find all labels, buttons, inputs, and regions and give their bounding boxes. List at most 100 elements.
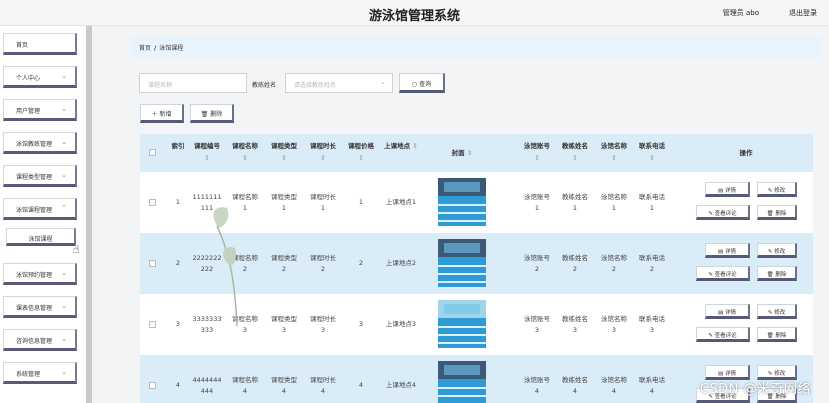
table-cell-text: 课程类型3 bbox=[271, 314, 297, 334]
table-cell-text: 2 bbox=[358, 259, 364, 267]
column-header-label: 泳馆账号 bbox=[524, 142, 550, 150]
sidebar-item-users[interactable]: 用户管理 ⌄ bbox=[3, 99, 77, 121]
column-header-label: 封面 bbox=[451, 149, 465, 157]
column-header[interactable]: 封面 ⇕ bbox=[428, 134, 496, 172]
detail-button[interactable]: ▤ 详情 bbox=[705, 304, 750, 319]
sidebar-item-schedule[interactable]: 课表信息管理 ⌄ bbox=[3, 296, 77, 318]
column-header[interactable]: 课程名称 ⇕ bbox=[230, 134, 260, 172]
column-header-label: 课程名称 bbox=[232, 142, 258, 150]
app-header: 游泳馆管理系统 管理员 abo 退出登录 bbox=[0, 0, 829, 26]
column-header[interactable]: 泳馆账号 ⇕ bbox=[522, 134, 552, 172]
sort-icon: ⇕ bbox=[611, 154, 617, 162]
column-header[interactable]: 课程类型 ⇕ bbox=[269, 134, 299, 172]
row-checkbox[interactable] bbox=[149, 321, 156, 328]
table-cell-price: 2 bbox=[346, 233, 376, 294]
table-cell-phone: 联系电话1 bbox=[637, 172, 667, 233]
sidebar-item-system[interactable]: 系统管理 ⌄ bbox=[3, 362, 77, 384]
column-header[interactable]: 课程时长 ⇕ bbox=[308, 134, 338, 172]
sidebar: 首页 个人中心 ⌄ 用户管理 ⌄ 泳馆教练管理 ⌄ 课程类型管理 ⌄ 泳馆课程管理 ⌃ 泳… bbox=[0, 26, 92, 403]
sort-icon: ⇕ bbox=[358, 154, 364, 162]
row-checkbox[interactable] bbox=[149, 382, 156, 389]
sidebar-item-label: 咨询信息管理 bbox=[16, 338, 53, 345]
column-header[interactable]: 教练姓名 ⇕ bbox=[560, 134, 590, 172]
sort-icon: ⇕ bbox=[572, 154, 578, 162]
column-header: 操作 bbox=[692, 134, 800, 172]
sidebar-item-label: 用户管理 bbox=[16, 108, 41, 115]
sidebar-item-inquiries[interactable]: 咨询信息管理 ⌄ bbox=[3, 329, 77, 351]
column-header[interactable]: 联系电话 ⇕ bbox=[637, 134, 667, 172]
row-checkbox[interactable] bbox=[149, 260, 156, 267]
column-header-label: 操作 bbox=[739, 149, 753, 157]
column-header[interactable]: 索引 bbox=[168, 134, 188, 172]
column-header-label: 课程类型 bbox=[271, 142, 297, 150]
table-cell-text: 联系电话2 bbox=[639, 253, 665, 273]
view-comments-button[interactable]: ✎ 查看评论 bbox=[696, 327, 750, 342]
add-button[interactable]: ＋ 新增 bbox=[140, 104, 184, 123]
table-cell-text: 4 bbox=[358, 381, 364, 389]
sidebar-item-label: 首页 bbox=[16, 42, 29, 49]
table-cell-coach: 教练姓名4 bbox=[560, 355, 590, 403]
view-comments-button[interactable]: ✎ 查看评论 bbox=[696, 205, 750, 220]
view-comments-button-label: 查看评论 bbox=[714, 333, 737, 339]
table-cell-price: 4 bbox=[346, 355, 376, 403]
edit-button[interactable]: ✎ 修改 bbox=[757, 182, 797, 197]
sidebar-item-courses[interactable]: 泳馆课程管理 ⌃ bbox=[3, 198, 77, 220]
sidebar-item-profile[interactable]: 个人中心 ⌄ bbox=[3, 66, 77, 88]
table-cell-text: 泳馆账号2 bbox=[524, 253, 550, 273]
detail-button[interactable]: ▤ 详情 bbox=[705, 182, 750, 197]
row-delete-button[interactable]: 🗑 删除 bbox=[757, 327, 797, 342]
breadcrumb-current: 泳馆课程 bbox=[159, 45, 184, 52]
course-name-input[interactable]: 课程名称 bbox=[139, 73, 247, 93]
sidebar-item-label: 系统管理 bbox=[16, 371, 41, 378]
cover-image[interactable] bbox=[438, 300, 486, 348]
sidebar-item-bookings[interactable]: 泳馆预约管理 ⌄ bbox=[3, 263, 77, 285]
view-comments-button-label: 查看评论 bbox=[714, 272, 737, 278]
chevron-down-icon: ⌄ bbox=[380, 78, 386, 86]
table-cell-duration: 课程时长2 bbox=[308, 233, 338, 294]
column-header[interactable]: 课程编号 ⇕ bbox=[192, 134, 222, 172]
sort-icon: ⇕ bbox=[466, 149, 473, 157]
logout-link[interactable]: 退出登录 bbox=[789, 8, 817, 18]
row-delete-button[interactable]: 🗑 删除 bbox=[757, 266, 797, 281]
sidebar-subitem-courses[interactable]: 泳馆课程 bbox=[6, 228, 76, 246]
sidebar-item-course-types[interactable]: 课程类型管理 ⌄ bbox=[3, 165, 77, 187]
breadcrumb-home[interactable]: 首页 bbox=[139, 45, 151, 52]
query-button[interactable]: ○ 查询 bbox=[399, 73, 445, 93]
edit-button[interactable]: ✎ 修改 bbox=[757, 304, 797, 319]
column-header[interactable]: 上课地点 ⇕ bbox=[384, 134, 418, 172]
sidebar-item-label: 泳馆预约管理 bbox=[16, 272, 53, 279]
detail-button[interactable]: ▤ 详情 bbox=[705, 243, 750, 258]
sidebar-item-home[interactable]: 首页 bbox=[3, 33, 77, 55]
table-cell-text: 课程类型4 bbox=[271, 375, 297, 395]
column-header-label: 联系电话 bbox=[639, 142, 665, 150]
table-cell-type: 课程类型4 bbox=[269, 355, 299, 403]
table-cell-index: 3 bbox=[168, 294, 188, 355]
column-header[interactable]: 泳馆名称 ⇕ bbox=[599, 134, 629, 172]
column-header[interactable]: 课程价格 ⇕ bbox=[346, 134, 376, 172]
sidebar-item-coaches[interactable]: 泳馆教练管理 ⌄ bbox=[3, 132, 77, 154]
detail-button-label: 详情 bbox=[724, 371, 736, 377]
view-comments-button[interactable]: ✎ 查看评论 bbox=[696, 266, 750, 281]
edit-button-label: 修改 bbox=[774, 310, 786, 316]
table-cell-coach: 教练姓名1 bbox=[560, 172, 590, 233]
table-cell-text: 泳馆账号3 bbox=[524, 314, 550, 334]
row-checkbox[interactable] bbox=[149, 199, 156, 206]
table-cell-text: 教练姓名1 bbox=[562, 192, 588, 212]
cover-image[interactable] bbox=[438, 239, 486, 287]
sidebar-item-label: 泳馆教练管理 bbox=[16, 141, 53, 148]
coach-select[interactable]: 请选择教练姓名 ⌄ bbox=[285, 73, 393, 93]
table-cell-coach: 教练姓名2 bbox=[560, 233, 590, 294]
sort-icon: ⇕ bbox=[281, 154, 287, 162]
edit-button[interactable]: ✎ 修改 bbox=[757, 243, 797, 258]
cover-image[interactable] bbox=[438, 178, 486, 226]
select-all-checkbox[interactable] bbox=[149, 149, 156, 156]
table-cell-text: 3 bbox=[358, 320, 364, 328]
chevron-up-icon: ⌃ bbox=[61, 204, 67, 212]
cover-image[interactable] bbox=[438, 361, 486, 403]
table-cell-coach: 教练姓名3 bbox=[560, 294, 590, 355]
delete-button[interactable]: 🗑 删除 bbox=[190, 104, 234, 123]
table-cell-text: 教练姓名3 bbox=[562, 314, 588, 334]
current-user[interactable]: 管理员 abo bbox=[723, 8, 759, 18]
row-delete-button[interactable]: 🗑 删除 bbox=[757, 205, 797, 220]
table-cell-location: 上课地点3 bbox=[384, 294, 418, 355]
